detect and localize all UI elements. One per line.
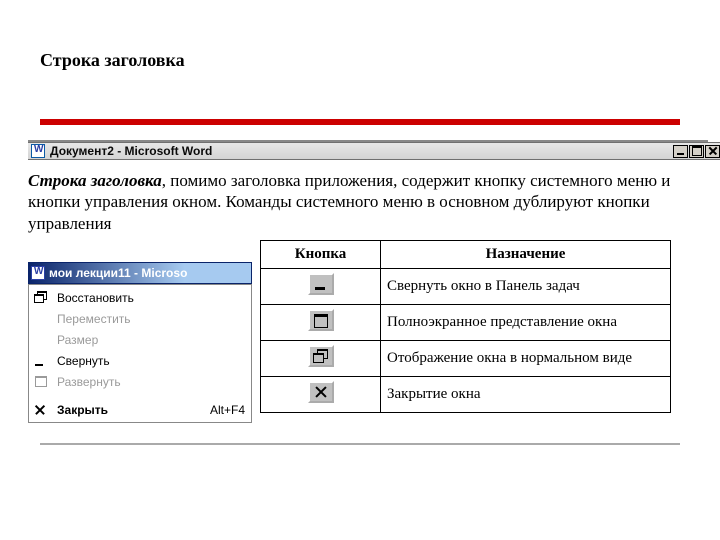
word-app-icon[interactable] — [31, 266, 45, 280]
bottom-rule — [40, 443, 680, 445]
close-icon — [33, 403, 49, 417]
menu-item-close[interactable]: Закрыть Alt+F4 — [29, 399, 251, 420]
menu-separator — [33, 395, 247, 396]
minimize-icon — [308, 273, 334, 295]
table-header-purpose: Назначение — [381, 241, 671, 269]
table-row: Отображение окна в нормальном виде — [261, 341, 671, 377]
menu-item-restore[interactable]: Восстановить — [29, 287, 251, 308]
table-header-button: Кнопка — [261, 241, 381, 269]
minimize-button[interactable] — [673, 145, 688, 158]
system-menu-example: мои лекции11 - Microso Восстановить Пере… — [28, 262, 252, 423]
window-title-bar: Документ2 - Microsoft Word — [28, 142, 720, 160]
restore-icon — [33, 291, 49, 305]
row-desc: Свернуть окно в Панель задач — [381, 269, 671, 305]
menu-item-move: Переместить — [29, 308, 251, 329]
buttons-table: Кнопка Назначение Свернуть окно в Панель… — [260, 240, 671, 413]
row-desc: Полноэкранное представление окна — [381, 305, 671, 341]
word-app-icon[interactable] — [31, 144, 45, 158]
slide-title: Строка заголовка — [40, 50, 185, 71]
maximize-icon — [308, 309, 334, 331]
paragraph-lead-term: Строка заголовка — [28, 171, 162, 190]
menu-item-maximize: Развернуть — [29, 371, 251, 392]
close-button[interactable] — [705, 145, 720, 158]
window-title-text: Документ2 - Microsoft Word — [48, 144, 672, 158]
menu-item-size: Размер — [29, 329, 251, 350]
accent-rule — [40, 119, 680, 125]
minimize-icon — [33, 354, 49, 368]
menu-shortcut: Alt+F4 — [210, 403, 245, 417]
close-icon — [308, 381, 334, 403]
system-menu-title-bar: мои лекции11 - Microso — [28, 262, 252, 284]
restore-icon — [308, 345, 334, 367]
table-row: Свернуть окно в Панель задач — [261, 269, 671, 305]
table-row: Полноэкранное представление окна — [261, 305, 671, 341]
system-menu-title-text: мои лекции11 - Microso — [49, 266, 187, 280]
menu-item-minimize[interactable]: Свернуть — [29, 350, 251, 371]
row-desc: Закрытие окна — [381, 377, 671, 413]
body-paragraph: Строка заголовка, помимо заголовка прило… — [28, 170, 688, 234]
blank-icon — [33, 333, 49, 347]
blank-icon — [33, 312, 49, 326]
table-row: Закрытие окна — [261, 377, 671, 413]
system-menu-body: Восстановить Переместить Размер Свернуть… — [28, 284, 252, 423]
row-desc: Отображение окна в нормальном виде — [381, 341, 671, 377]
maximize-button[interactable] — [689, 145, 704, 158]
maximize-icon — [33, 375, 49, 389]
